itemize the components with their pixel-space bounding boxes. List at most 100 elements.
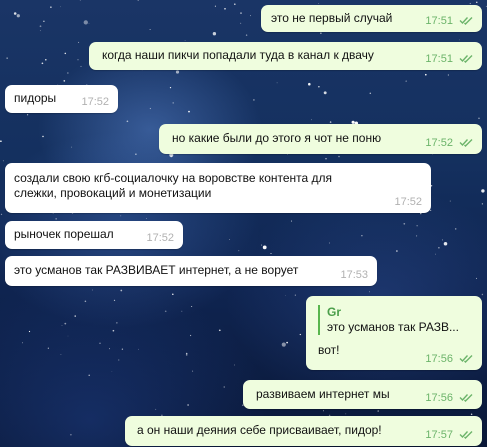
- reply-quote: это усманов так РАЗВ...: [327, 320, 459, 334]
- star: [218, 329, 221, 332]
- star: [149, 28, 151, 31]
- star: [78, 41, 80, 43]
- star: [281, 342, 286, 347]
- star: [361, 235, 363, 237]
- star: [454, 228, 457, 230]
- reply-author: Gr: [327, 305, 342, 319]
- message-meta: 17:52: [394, 196, 422, 208]
- message-bubble-incoming[interactable]: создали свою кгб-социалочку на воровстве…: [5, 163, 431, 213]
- message-time: 17:52: [394, 196, 422, 208]
- reply-preview[interactable]: Gr это усманов так РАЗВ...: [318, 305, 472, 335]
- star: [325, 158, 327, 160]
- message-bubble-outgoing[interactable]: но какие были до этого я чот не поню 17:…: [159, 124, 482, 154]
- message-meta: 17:53: [340, 269, 368, 281]
- star: [149, 107, 152, 110]
- message-bubble-outgoing[interactable]: а он наши деяния себе присваивает, пидор…: [125, 416, 482, 446]
- star: [470, 413, 473, 416]
- star: [441, 239, 443, 241]
- message-text: когда наши пикчи попадали туда в канал к…: [102, 48, 374, 62]
- message-time: 17:57: [425, 429, 453, 441]
- star: [50, 6, 52, 8]
- star: [88, 374, 90, 377]
- message-bubble-incoming[interactable]: пидоры 17:52: [5, 85, 118, 113]
- message-bubble-incoming[interactable]: рыночек порешал 17:52: [5, 221, 183, 249]
- star: [77, 59, 79, 61]
- double-check-icon: [459, 431, 473, 439]
- star: [188, 110, 190, 113]
- star: [369, 92, 372, 95]
- star: [172, 293, 174, 295]
- double-check-icon: [459, 355, 473, 363]
- message-meta: 17:52: [81, 96, 109, 108]
- star: [22, 342, 24, 344]
- star: [420, 212, 422, 215]
- star: [308, 82, 311, 86]
- star: [41, 62, 44, 65]
- star: [234, 364, 236, 366]
- double-check-icon: [459, 139, 473, 147]
- star: [63, 80, 66, 82]
- star: [318, 86, 320, 88]
- star: [169, 86, 172, 89]
- star: [224, 7, 226, 10]
- message-bubble-outgoing[interactable]: это не первый случай 17:51: [261, 5, 482, 32]
- star: [55, 218, 57, 220]
- star: [253, 99, 255, 101]
- star: [80, 65, 82, 67]
- message-text: это усманов так РАЗВИВАЕТ интернет, а не…: [14, 263, 299, 277]
- star: [223, 386, 225, 388]
- star: [240, 12, 242, 14]
- message-meta: 17:56: [425, 353, 474, 365]
- star: [60, 354, 62, 356]
- star: [138, 348, 139, 350]
- star: [435, 253, 436, 255]
- star: [476, 1, 478, 3]
- message-meta: 17:51: [425, 15, 474, 27]
- message-bubble-outgoing-reply[interactable]: Gr это усманов так РАЗВ... вот! 17:56: [306, 296, 482, 370]
- star: [377, 410, 379, 412]
- star: [0, 213, 3, 216]
- star: [184, 39, 186, 41]
- star: [214, 5, 216, 7]
- message-meta: 17:57: [425, 429, 474, 441]
- star: [328, 242, 330, 244]
- star: [185, 352, 188, 355]
- star: [443, 241, 448, 246]
- star: [47, 347, 49, 349]
- star: [345, 413, 347, 415]
- star: [84, 300, 87, 303]
- star: [478, 117, 480, 120]
- message-time: 17:52: [146, 232, 174, 244]
- star: [416, 235, 418, 237]
- star: [369, 291, 371, 293]
- star: [64, 52, 67, 55]
- message-bubble-outgoing[interactable]: развиваем интернет мы 17:56: [243, 380, 482, 409]
- message-bubble-outgoing[interactable]: когда наши пикчи попадали туда в канал к…: [89, 42, 482, 70]
- star: [238, 250, 240, 252]
- star: [261, 244, 263, 246]
- star: [175, 70, 180, 74]
- star: [109, 348, 110, 350]
- star: [28, 330, 31, 333]
- star: [6, 57, 8, 59]
- star: [338, 155, 340, 158]
- star: [99, 342, 101, 344]
- star: [270, 252, 272, 255]
- star: [192, 370, 194, 372]
- star: [187, 404, 189, 406]
- star: [71, 146, 73, 148]
- star: [299, 333, 301, 336]
- star: [276, 82, 278, 84]
- star: [74, 315, 76, 317]
- star: [126, 120, 129, 123]
- star: [181, 310, 183, 312]
- star: [118, 359, 120, 361]
- star: [449, 200, 451, 202]
- message-text: а он наши деяния себе присваивает, пидор…: [137, 423, 382, 437]
- message-bubble-incoming[interactable]: это усманов так РАЗВИВАЕТ интернет, а не…: [5, 256, 377, 286]
- star: [405, 80, 407, 82]
- star: [286, 341, 288, 344]
- star: [116, 322, 118, 324]
- star: [240, 22, 242, 24]
- star: [52, 213, 54, 215]
